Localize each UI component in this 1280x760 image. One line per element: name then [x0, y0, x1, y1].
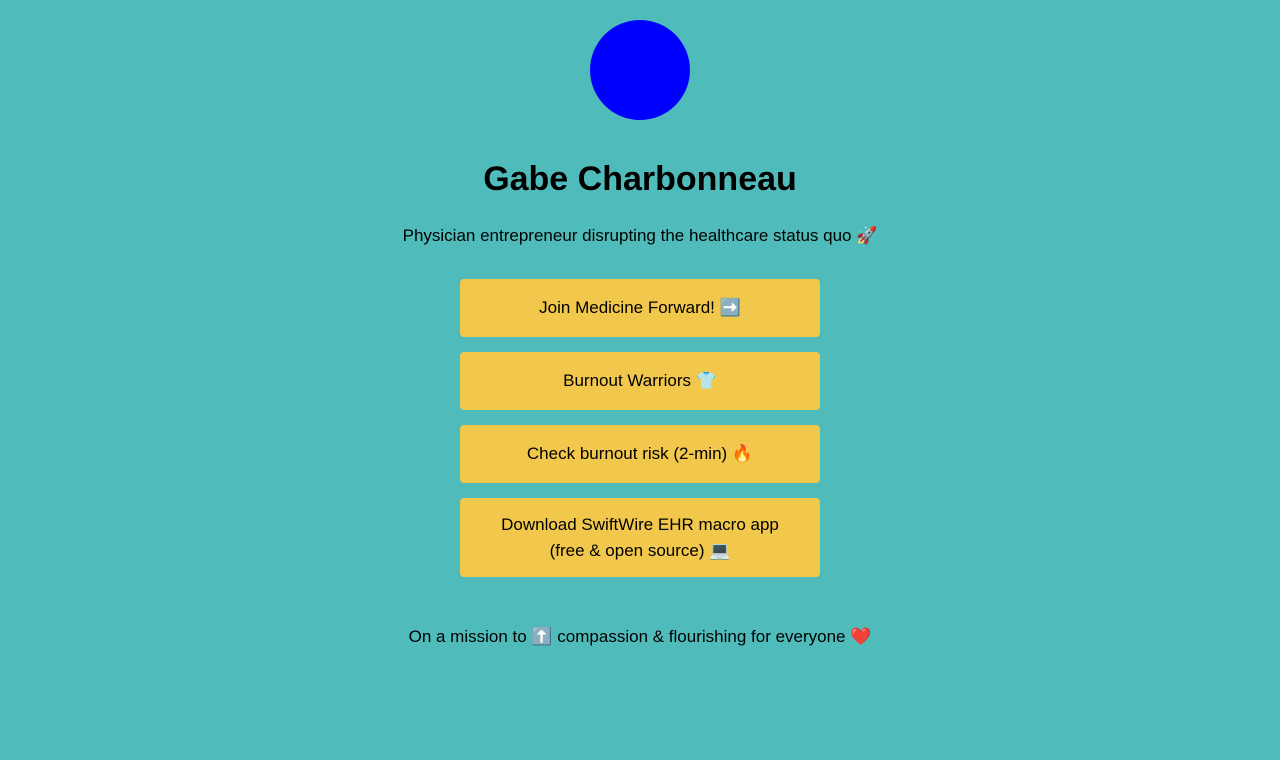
link-button-burnout-risk[interactable]: Check burnout risk (2-min) 🔥	[460, 425, 820, 483]
link-button-swiftwire-download[interactable]: Download SwiftWire EHR macro app (free &…	[460, 498, 820, 577]
mission-statement: On a mission to ⬆️ compassion & flourish…	[408, 627, 872, 646]
profile-name: Gabe Charbonneau	[483, 160, 797, 198]
link-button-medicine-forward[interactable]: Join Medicine Forward! ➡️	[460, 279, 820, 337]
profile-tagline: Physician entrepreneur disrupting the he…	[402, 226, 878, 245]
link-button-burnout-warriors[interactable]: Burnout Warriors 👕	[460, 352, 820, 410]
avatar	[590, 20, 690, 120]
link-in-bio-page: Gabe Charbonneau Physician entrepreneur …	[0, 0, 1280, 760]
link-list: Join Medicine Forward! ➡️ Burnout Warrio…	[460, 279, 820, 592]
